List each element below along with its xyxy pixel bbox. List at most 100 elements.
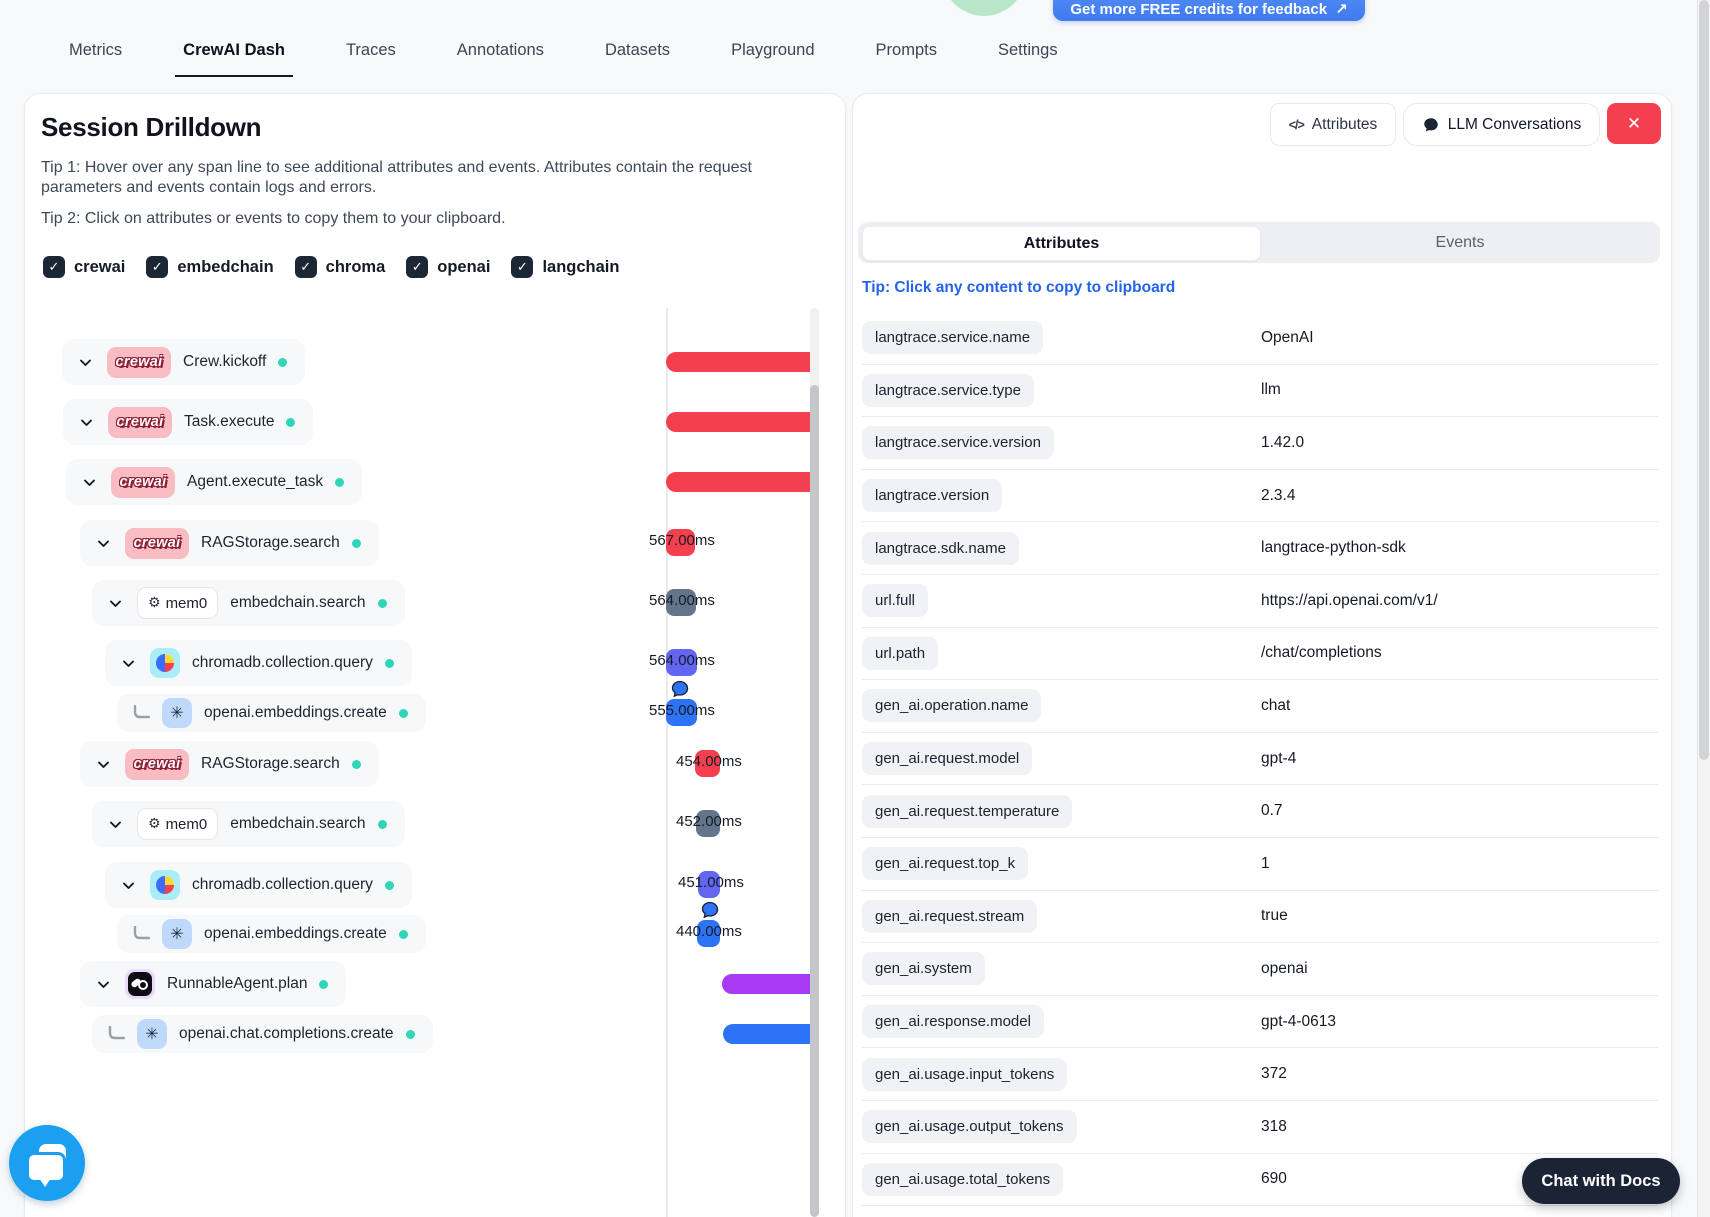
attribute-key-chip[interactable]: url.full bbox=[862, 584, 929, 618]
chevron-down-icon[interactable] bbox=[93, 536, 113, 551]
vendor-filter[interactable]: chroma bbox=[294, 256, 385, 278]
span-row[interactable]: openai.embeddings.create bbox=[117, 694, 426, 732]
attribute-value[interactable]: OpenAI bbox=[1261, 329, 1314, 347]
attribute-key-chip[interactable]: gen_ai.request.model bbox=[862, 742, 1033, 776]
attribute-key-chip[interactable]: gen_ai.usage.input_tokens bbox=[862, 1057, 1068, 1091]
attribute-key-chip[interactable]: gen_ai.request.temperature bbox=[862, 794, 1073, 828]
chevron-down-icon[interactable] bbox=[75, 355, 95, 370]
attribute-key-chip[interactable]: gen_ai.system bbox=[862, 952, 985, 986]
span-row[interactable]: mem0 embedchain.search bbox=[92, 580, 405, 626]
attribute-value[interactable]: 0.7 bbox=[1261, 802, 1283, 820]
duration-bar[interactable] bbox=[666, 472, 810, 492]
vendor-filter[interactable]: openai bbox=[406, 256, 490, 278]
table-row[interactable]: gen_ai.request.model gpt-4 bbox=[862, 733, 1658, 786]
table-row[interactable]: gen_ai.usage.input_tokens 372 bbox=[862, 1048, 1658, 1101]
attribute-value[interactable]: 1 bbox=[1261, 855, 1270, 873]
attribute-key-chip[interactable]: gen_ai.usage.output_tokens bbox=[862, 1110, 1077, 1144]
chevron-down-icon[interactable] bbox=[118, 656, 138, 671]
checkbox-checked-icon[interactable] bbox=[294, 256, 317, 278]
span-row[interactable]: mem0 embedchain.search bbox=[92, 801, 405, 847]
free-credits-button[interactable]: Get more FREE credits for feedback ↗ bbox=[1053, 0, 1365, 21]
nav-tab[interactable]: Metrics bbox=[59, 27, 132, 73]
span-row[interactable]: crewai Task.execute bbox=[63, 399, 314, 445]
attribute-value[interactable]: true bbox=[1261, 907, 1288, 925]
attribute-key-chip[interactable]: langtrace.version bbox=[862, 479, 1003, 513]
attribute-value[interactable]: openai bbox=[1261, 960, 1308, 978]
table-row[interactable]: url.path /chat/completions bbox=[862, 628, 1658, 681]
checkbox-checked-icon[interactable] bbox=[511, 256, 534, 278]
table-row[interactable]: langtrace.service.type llm bbox=[862, 365, 1658, 418]
attribute-key-chip[interactable]: langtrace.service.type bbox=[862, 373, 1034, 407]
attribute-key-chip[interactable]: langtrace.service.name bbox=[862, 321, 1044, 355]
checkbox-checked-icon[interactable] bbox=[43, 256, 65, 278]
table-row[interactable]: langtrace.version 2.3.4 bbox=[862, 470, 1658, 523]
attribute-key-chip[interactable]: gen_ai.usage.total_tokens bbox=[862, 1162, 1064, 1196]
nav-tab[interactable]: Traces bbox=[336, 27, 406, 73]
table-row[interactable]: url.full https://api.openai.com/v1/ bbox=[862, 575, 1658, 628]
table-row[interactable]: langtrace.service.version 1.42.0 bbox=[862, 417, 1658, 470]
table-row[interactable]: gen_ai.response.model gpt-4-0613 bbox=[862, 996, 1658, 1049]
vendor-filter[interactable]: langchain bbox=[511, 256, 619, 278]
attribute-value[interactable]: 318 bbox=[1261, 1118, 1287, 1136]
attribute-value[interactable]: 690 bbox=[1261, 1170, 1287, 1188]
llm-chat-bubble-icon[interactable] bbox=[670, 679, 690, 699]
llm-chat-bubble-icon[interactable] bbox=[700, 900, 720, 920]
chevron-down-icon[interactable] bbox=[105, 596, 125, 611]
attributes-code-button[interactable]: </> Attributes bbox=[1270, 103, 1396, 146]
tree-scrollbar-thumb[interactable] bbox=[810, 385, 819, 1217]
attribute-key-chip[interactable]: gen_ai.response.model bbox=[862, 1005, 1044, 1039]
span-row[interactable]: crewai Agent.execute_task bbox=[66, 459, 363, 505]
tab-events[interactable]: Events bbox=[1260, 222, 1660, 263]
span-row[interactable]: chromadb.collection.query bbox=[105, 862, 412, 908]
span-row[interactable]: openai.chat.completions.create bbox=[92, 1015, 433, 1053]
table-row[interactable]: gen_ai.usage.output_tokens 318 bbox=[862, 1101, 1658, 1154]
attribute-value[interactable]: 2.3.4 bbox=[1261, 487, 1295, 505]
span-row[interactable]: crewai RAGStorage.search bbox=[80, 741, 379, 787]
llm-conversations-button[interactable]: LLM Conversations bbox=[1403, 103, 1600, 146]
attribute-value[interactable]: /chat/completions bbox=[1261, 644, 1382, 662]
chevron-down-icon[interactable] bbox=[93, 757, 113, 772]
checkbox-checked-icon[interactable] bbox=[146, 256, 169, 278]
close-button[interactable]: ✕ bbox=[1607, 103, 1661, 144]
attribute-key-chip[interactable]: langtrace.service.version bbox=[862, 426, 1054, 460]
chevron-down-icon[interactable] bbox=[118, 878, 138, 893]
table-row[interactable]: gen_ai.system openai bbox=[862, 943, 1658, 996]
attribute-key-chip[interactable]: url.path bbox=[862, 636, 939, 670]
attribute-key-chip[interactable]: gen_ai.request.top_k bbox=[862, 847, 1029, 881]
chevron-down-icon[interactable] bbox=[93, 977, 113, 992]
attribute-value[interactable]: https://api.openai.com/v1/ bbox=[1261, 592, 1438, 610]
support-chat-widget-button[interactable] bbox=[9, 1125, 85, 1201]
attribute-key-chip[interactable]: langtrace.sdk.name bbox=[862, 531, 1019, 565]
attribute-value[interactable]: gpt-4-0613 bbox=[1261, 1013, 1336, 1031]
span-row[interactable]: crewai Crew.kickoff bbox=[62, 339, 306, 385]
nav-tab[interactable]: Settings bbox=[988, 27, 1068, 73]
table-row[interactable]: gen_ai.operation.name chat bbox=[862, 680, 1658, 733]
attribute-key-chip[interactable]: gen_ai.operation.name bbox=[862, 689, 1042, 723]
duration-bar[interactable] bbox=[666, 352, 810, 372]
chevron-down-icon[interactable] bbox=[76, 415, 96, 430]
nav-tab[interactable]: CrewAI Dash bbox=[173, 27, 295, 77]
duration-bar[interactable] bbox=[666, 412, 810, 432]
attribute-value[interactable]: 372 bbox=[1261, 1065, 1287, 1083]
copy-tip-link[interactable]: Tip: Click any content to copy to clipbo… bbox=[862, 279, 1175, 297]
span-row[interactable]: RunnableAgent.plan bbox=[80, 961, 347, 1007]
chevron-down-icon[interactable] bbox=[105, 817, 125, 832]
nav-tab[interactable]: Prompts bbox=[866, 27, 947, 73]
nav-tab[interactable]: Datasets bbox=[595, 27, 680, 73]
vendor-filter[interactable]: crewai bbox=[43, 256, 125, 278]
table-row[interactable]: gen_ai.request.temperature 0.7 bbox=[862, 785, 1658, 838]
table-row[interactable]: langtrace.sdk.name langtrace-python-sdk bbox=[862, 522, 1658, 575]
attribute-value[interactable]: 1.42.0 bbox=[1261, 434, 1304, 452]
checkbox-checked-icon[interactable] bbox=[406, 256, 429, 278]
page-scrollbar-thumb[interactable] bbox=[1699, 0, 1709, 760]
duration-bar[interactable] bbox=[722, 974, 810, 994]
span-row[interactable]: crewai RAGStorage.search bbox=[80, 520, 379, 566]
table-row[interactable]: gen_ai.request.stream true bbox=[862, 891, 1658, 944]
vendor-filter[interactable]: embedchain bbox=[146, 256, 274, 278]
nav-tab[interactable]: Annotations bbox=[447, 27, 554, 73]
chevron-down-icon[interactable] bbox=[79, 475, 99, 490]
span-row[interactable]: chromadb.collection.query bbox=[105, 640, 412, 686]
attribute-value[interactable]: llm bbox=[1261, 381, 1281, 399]
attribute-value[interactable]: gpt-4 bbox=[1261, 750, 1296, 768]
table-row[interactable]: gen_ai.request.top_k 1 bbox=[862, 838, 1658, 891]
